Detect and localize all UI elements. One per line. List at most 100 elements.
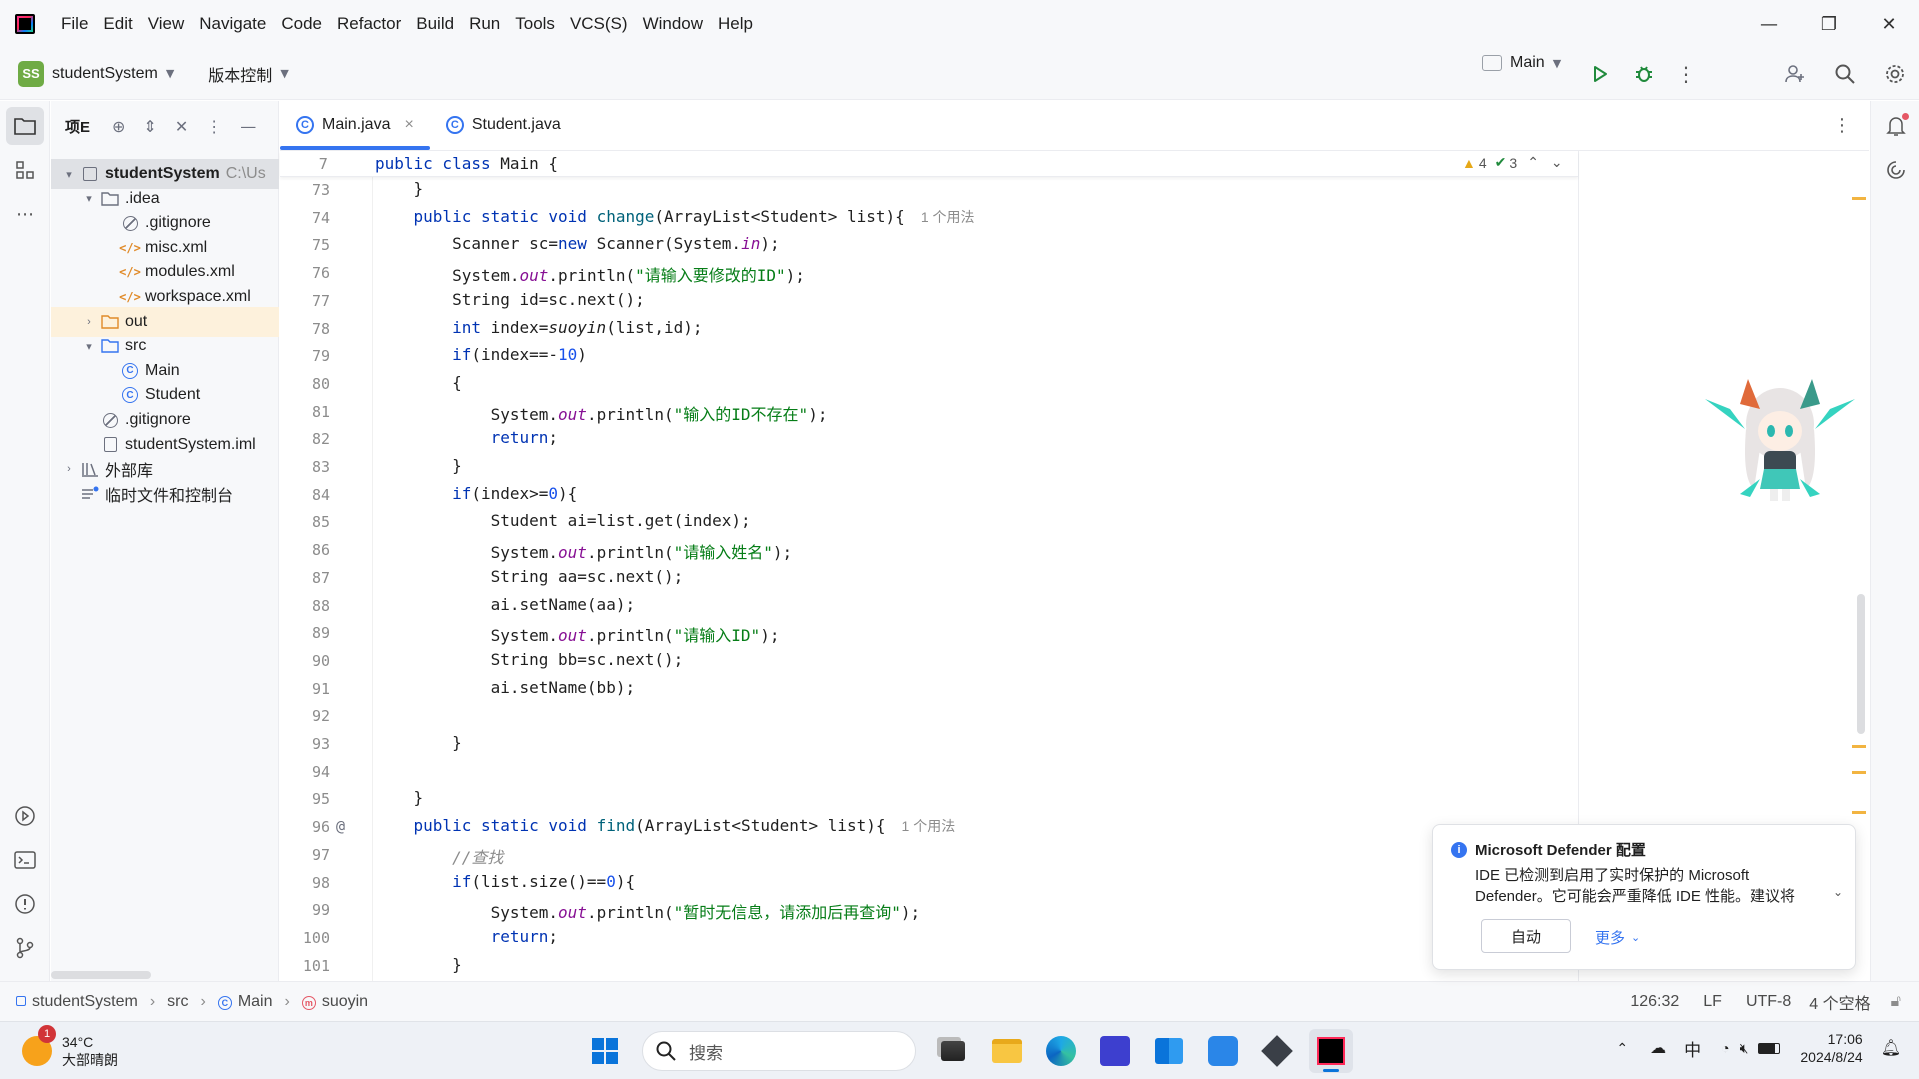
left-tool-strip: ⋯ [0, 101, 50, 981]
maximize-button[interactable]: ❐ [1799, 0, 1859, 48]
menu-run[interactable]: Run [469, 14, 500, 34]
indent-setting[interactable]: 4 个空格 [1809, 990, 1870, 1014]
notification-center-icon[interactable]: 🔔︎ [1881, 1038, 1901, 1058]
menu-navigate[interactable]: Navigate [199, 14, 266, 34]
auto-button[interactable]: 自动 [1481, 919, 1571, 953]
clock[interactable]: 17:06 2024/8/24 [1800, 1030, 1862, 1066]
folder-icon [992, 1039, 1022, 1063]
add-user-button[interactable] [1773, 54, 1817, 94]
menu-file[interactable]: File [61, 14, 88, 34]
breadcrumb-item[interactable]: m suoyin [301, 993, 368, 1011]
usage-hint[interactable]: 1 个用法 [921, 209, 975, 225]
menu-build[interactable]: Build [416, 14, 454, 34]
project-selector[interactable]: SS studentSystem ▼ [0, 60, 174, 87]
vcs-selector[interactable]: 版本控制 ▼ [200, 62, 288, 86]
services-tool-button[interactable] [6, 797, 44, 835]
weather-widget[interactable]: 1 34°C 大部晴朗 [22, 1024, 118, 1069]
store-button[interactable] [1147, 1029, 1191, 1073]
line-number: 87 [311, 568, 330, 587]
menu-view[interactable]: View [148, 14, 185, 34]
caret-position[interactable]: 126:32 [1630, 993, 1679, 1011]
breadcrumb-item[interactable]: src [167, 993, 188, 1011]
chevron-right-icon[interactable]: › [61, 463, 77, 475]
chevron-down-icon[interactable]: ▾ [81, 340, 97, 353]
search-everywhere-button[interactable] [1823, 54, 1867, 94]
app-button[interactable] [1201, 1029, 1245, 1073]
chevron-right-icon[interactable]: › [81, 316, 97, 328]
menu-edit[interactable]: Edit [103, 14, 132, 34]
menu-tools[interactable]: Tools [515, 14, 555, 34]
tab-student-java[interactable]: C Student.java [430, 100, 577, 150]
next-highlight-icon[interactable]: ⌄ [1551, 154, 1563, 171]
project-tool-button[interactable] [6, 107, 44, 145]
app-button[interactable] [1093, 1029, 1137, 1073]
hide-panel-icon[interactable]: — [240, 117, 256, 136]
usage-hint[interactable]: 1 个用法 [902, 818, 956, 834]
intellij-logo-icon[interactable] [15, 14, 35, 34]
expand-all-icon[interactable]: ⇕ [143, 117, 156, 136]
notifications-button[interactable] [1877, 107, 1915, 145]
warning-stripe-marker[interactable] [1852, 197, 1866, 200]
inspection-widget[interactable]: ▲ 4 ✔ 3 ⌃ ⌄ [1462, 154, 1563, 171]
line-separator[interactable]: LF [1703, 993, 1722, 1011]
menu-vcss[interactable]: VCS(S) [570, 14, 628, 34]
breadcrumb-item[interactable]: C Main [217, 993, 273, 1011]
breadcrumb-item[interactable]: studentSystem [16, 993, 138, 1011]
problems-tool-button[interactable] [6, 885, 44, 923]
menu-code[interactable]: Code [281, 14, 322, 34]
ime-indicator[interactable]: 中 [1684, 1036, 1701, 1061]
git-tool-button[interactable] [6, 929, 44, 967]
close-window-button[interactable]: ✕ [1859, 0, 1919, 48]
show-hidden-icons[interactable]: ⌃ [1616, 1040, 1628, 1057]
readonly-lock-icon[interactable]: 🔓︎ [1891, 993, 1901, 1011]
debug-button[interactable] [1622, 54, 1666, 94]
collapse-all-icon[interactable]: ✕ [175, 117, 188, 136]
warning-stripe-marker[interactable] [1852, 771, 1866, 774]
chevron-down-icon[interactable]: ▾ [81, 192, 97, 205]
editor-scrollbar[interactable] [1857, 594, 1865, 734]
structure-tool-button[interactable] [6, 151, 44, 189]
options-menu-icon[interactable]: ⋮ [206, 117, 222, 136]
tree-item[interactable]: 临时文件和控制台 [51, 479, 279, 509]
more-actions-link[interactable]: 更多 ⌄ [1595, 927, 1640, 948]
more-tools-button[interactable]: ⋯ [6, 195, 44, 233]
terminal-tool-button[interactable] [6, 841, 44, 879]
close-tab-icon[interactable]: × [404, 116, 413, 134]
settings-button[interactable] [1873, 54, 1917, 94]
code-token: } [375, 954, 462, 974]
taskbar-search-box[interactable]: 搜索 [642, 1031, 916, 1071]
run-config-selector[interactable]: Main ▼ [1482, 54, 1561, 72]
tab-main-java[interactable]: C Main.java × [280, 100, 430, 150]
code-view[interactable]: 73 } 74 public static void change(ArrayLi… [280, 151, 1580, 981]
battery-icon[interactable] [1758, 1042, 1781, 1054]
project-panel-title[interactable]: 项E [65, 116, 90, 137]
intellij-taskbar-button[interactable] [1309, 1029, 1353, 1073]
code-line: String bb=sc.next(); [375, 650, 684, 669]
expand-notification-icon[interactable]: ⌄ [1833, 885, 1843, 899]
file-explorer-button[interactable] [985, 1029, 1029, 1073]
start-button[interactable] [583, 1029, 627, 1073]
warning-stripe-marker[interactable] [1852, 811, 1866, 814]
locate-file-icon[interactable]: ⊕ [112, 117, 125, 136]
task-view-button[interactable] [931, 1029, 975, 1073]
app-button[interactable] [1255, 1029, 1299, 1073]
volume-muted-icon[interactable]: 🔇︎ [1740, 1040, 1749, 1057]
wifi-icon[interactable]: ◔ [1721, 1040, 1729, 1056]
file-encoding[interactable]: UTF-8 [1746, 993, 1791, 1011]
menu-help[interactable]: Help [718, 14, 753, 34]
edge-browser-button[interactable] [1039, 1029, 1083, 1073]
warning-stripe-marker[interactable] [1852, 745, 1866, 748]
previous-highlight-icon[interactable]: ⌃ [1527, 154, 1539, 171]
ai-assistant-button[interactable] [1877, 151, 1915, 189]
override-gutter-icon[interactable]: @ [336, 817, 345, 835]
more-actions-button[interactable]: ⋮ [1664, 54, 1708, 94]
menu-refactor[interactable]: Refactor [337, 14, 401, 34]
onedrive-icon[interactable]: ☁︎ [1650, 1038, 1666, 1058]
chevron-down-icon[interactable]: ▾ [61, 168, 77, 181]
minimize-button[interactable]: — [1739, 0, 1799, 48]
menu-window[interactable]: Window [643, 14, 703, 34]
tab-options-icon[interactable]: ⋮ [1833, 115, 1851, 136]
horizontal-scrollbar[interactable] [51, 971, 151, 979]
sticky-line-header[interactable]: 7 public class Main { ▲ 4 ✔ 3 ⌃ ⌄ [280, 151, 1578, 177]
run-button[interactable] [1578, 54, 1622, 94]
